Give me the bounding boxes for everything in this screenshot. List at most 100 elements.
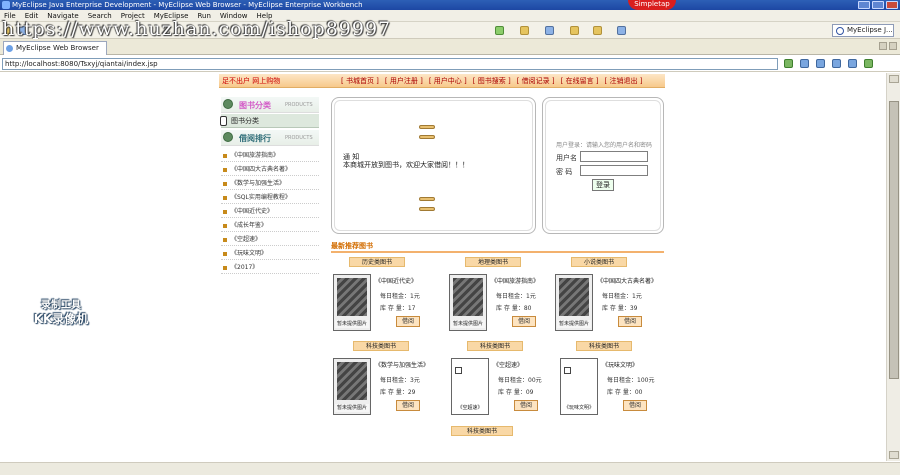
- book-category: 地理类图书: [465, 257, 521, 267]
- book-card: 小说类图书 暂未提供图片 《中国四大古典名著》 每日租金：1元 库 存 量：39…: [555, 257, 661, 341]
- url-watermark: https://www.huzhan.com/ishop89997: [2, 18, 392, 40]
- password-input[interactable]: [580, 165, 648, 176]
- nav-home[interactable]: [ 书城首页 ]: [341, 74, 379, 88]
- ranking-item[interactable]: 《中国四大古典名著》: [221, 163, 319, 176]
- stop-icon[interactable]: [832, 59, 841, 68]
- book-stock: 库 存 量：29: [380, 389, 416, 396]
- nav-register[interactable]: [ 用户注册 ]: [385, 74, 423, 88]
- book-cover[interactable]: 暂未提供图片: [333, 358, 371, 415]
- book-title[interactable]: 《空超速》: [493, 360, 523, 369]
- category-item[interactable]: 图书分类: [220, 114, 319, 128]
- book-cover-caption: 《空超速》: [453, 404, 487, 412]
- recorder-watermark: 录制工具 KK录像机: [18, 300, 104, 327]
- book-stock: 库 存 量：39: [602, 305, 638, 312]
- view-controls: [879, 42, 897, 50]
- borrow-button[interactable]: 借阅: [618, 316, 642, 327]
- book-cover[interactable]: 暂未提供图片: [555, 274, 593, 331]
- bookstore-page: 足不出户 网上购物 [ 书城首页 ] [ 用户注册 ] [ 用户中心 ] [ 图…: [215, 73, 665, 461]
- book-stock: 库 存 量：17: [380, 305, 416, 312]
- book-title[interactable]: 《玩味文明》: [602, 360, 638, 369]
- book-cover[interactable]: 《玩味文明》: [560, 358, 598, 415]
- address-bar: http://localhost:8080/Tsxyj/qiantai/inde…: [0, 56, 900, 72]
- perspective-label: MyEclipse J...: [847, 26, 893, 34]
- book-title[interactable]: 《中国近代史》: [375, 276, 417, 285]
- username-input[interactable]: [580, 151, 648, 162]
- vertical-scrollbar[interactable]: [886, 73, 900, 461]
- window-controls: [858, 1, 898, 9]
- ranking-item[interactable]: 《SQL实用编程教程》: [221, 191, 319, 204]
- category-title: 图书分类: [239, 101, 271, 110]
- close-button[interactable]: [886, 1, 898, 9]
- ranking-item[interactable]: 《成长年鉴》: [221, 219, 319, 232]
- debug-icon[interactable]: [520, 26, 529, 35]
- back-icon[interactable]: [570, 26, 579, 35]
- ranking-title: 借阅排行: [239, 134, 271, 143]
- book-cover-caption: 暂未提供图片: [557, 320, 591, 328]
- home-icon[interactable]: [864, 59, 873, 68]
- perspective-switcher[interactable]: MyEclipse J...: [832, 24, 894, 37]
- category-subtitle: PRODUCTS: [285, 102, 313, 108]
- book-cover-caption: 暂未提供图片: [335, 320, 369, 328]
- login-title: 用户登录：请输入您的用户名和密码: [556, 142, 653, 149]
- ranking-item[interactable]: 《玩味文明》: [221, 247, 319, 260]
- book-daily-fee: 每日租金：1元: [496, 293, 536, 300]
- ranking-item[interactable]: 《空超速》: [221, 233, 319, 246]
- nav-icon[interactable]: [617, 26, 626, 35]
- nav-user-center[interactable]: [ 用户中心 ]: [429, 74, 467, 88]
- book-cover-caption: 《玩味文明》: [562, 404, 596, 412]
- borrow-button[interactable]: 借阅: [396, 316, 420, 327]
- broken-image-icon: [564, 367, 571, 374]
- nav-message[interactable]: [ 在线留言 ]: [561, 74, 599, 88]
- nav-borrow-records[interactable]: [ 借阅记录 ]: [517, 74, 555, 88]
- book-title[interactable]: 《中国四大古典名著》: [597, 276, 657, 285]
- editor-tabs: MyEclipse Web Browser: [0, 39, 900, 55]
- book-card: 地理类图书 暂未提供图片 《中国旅游指南》 每日租金：1元 库 存 量：80 借…: [449, 257, 555, 341]
- book-cover[interactable]: 暂未提供图片: [333, 274, 371, 331]
- refresh-icon[interactable]: [848, 59, 857, 68]
- forward-nav-icon[interactable]: [816, 59, 825, 68]
- book-title[interactable]: 《中国旅游指南》: [491, 276, 539, 285]
- minimize-button[interactable]: [858, 1, 870, 9]
- scroll-up-icon[interactable]: [889, 75, 899, 83]
- book-card: 历史类图书 暂未提供图片 《中国近代史》 每日租金：1元 库 存 量：17 借阅: [333, 257, 439, 341]
- maximize-button[interactable]: [872, 1, 884, 9]
- back-nav-icon[interactable]: [800, 59, 809, 68]
- notice-heading: 通 知: [343, 153, 360, 161]
- borrow-button[interactable]: 借阅: [396, 400, 420, 411]
- forward-icon[interactable]: [593, 26, 602, 35]
- ranking-item[interactable]: 《数学与加强生活》: [221, 177, 319, 190]
- book-cover[interactable]: 暂未提供图片: [449, 274, 487, 331]
- book-daily-fee: 每日租金：3元: [380, 377, 420, 384]
- book-category: 科技类图书: [467, 341, 523, 351]
- nav-logout[interactable]: [ 注销退出 ]: [605, 74, 643, 88]
- tab-web-browser[interactable]: MyEclipse Web Browser: [3, 41, 107, 55]
- search-icon[interactable]: [545, 26, 554, 35]
- scroll-thumb[interactable]: [889, 101, 899, 379]
- scroll-down-icon[interactable]: [889, 451, 899, 459]
- borrow-button[interactable]: 借阅: [512, 316, 536, 327]
- minimize-view-button[interactable]: [879, 42, 887, 50]
- login-button[interactable]: 登录: [592, 179, 614, 191]
- recommend-header: 最新推荐图书: [331, 240, 664, 253]
- nav-book-search[interactable]: [ 图书搜索 ]: [473, 74, 511, 88]
- book-cover[interactable]: 《空超速》: [451, 358, 489, 415]
- category-header: 图书分类 PRODUCTS: [221, 97, 319, 113]
- books-icon: [223, 99, 233, 109]
- site-nav: [ 书城首页 ] [ 用户注册 ] [ 用户中心 ] [ 图书搜索 ] [ 借阅…: [341, 74, 642, 88]
- url-input[interactable]: http://localhost:8080/Tsxyj/qiantai/inde…: [2, 58, 778, 70]
- book-stock: 库 存 量：80: [496, 305, 532, 312]
- broken-image-icon: [455, 367, 462, 374]
- category-item-label: 图书分类: [231, 117, 259, 125]
- ranking-item[interactable]: 《中国旅游指南》: [221, 149, 319, 162]
- borrow-button[interactable]: 借阅: [623, 400, 647, 411]
- book-cover-art: [337, 278, 367, 316]
- ranking-item[interactable]: 《中国近代史》: [221, 205, 319, 218]
- book-title[interactable]: 《数学与加强生活》: [375, 360, 429, 369]
- run-icon[interactable]: [495, 26, 504, 35]
- borrow-button[interactable]: 借阅: [514, 400, 538, 411]
- ranking-item[interactable]: 《2017》: [221, 261, 319, 274]
- book-category-bottom: 科技类图书: [451, 426, 513, 436]
- go-icon[interactable]: [784, 59, 793, 68]
- left-sidebar: 图书分类 PRODUCTS 图书分类 借阅排行 PRODUCTS 《中国旅游指南…: [215, 97, 319, 277]
- maximize-view-button[interactable]: [889, 42, 897, 50]
